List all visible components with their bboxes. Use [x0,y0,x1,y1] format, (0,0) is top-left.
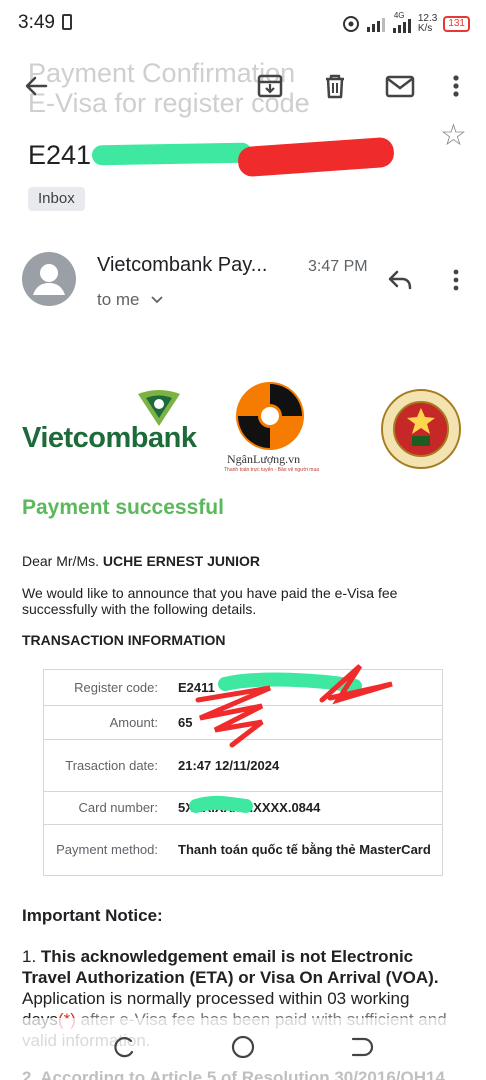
immigration-seal [381,389,461,469]
redaction-mark [91,142,253,166]
mail-icon[interactable] [384,70,416,102]
email-time: 3:47 PM [308,258,368,275]
home-circle-icon[interactable] [230,1034,256,1060]
notice-item-2: 2. According to Article 5 of Resolution … [22,1068,445,1080]
redaction-mark [237,136,395,178]
status-indicators: 4G 12.3 K/s 131 [342,11,470,36]
more-vert-icon[interactable] [440,70,472,102]
row-value: 5XXX.XXXX.XXXX.0844 [178,800,321,815]
row-label: Payment method: [56,842,158,857]
nganluong-emblem [236,382,304,450]
announcement-text: We would like to announce that you have … [22,585,398,617]
row-label: Amount: [109,714,158,730]
transaction-table: Register code: E2411 Amount: 65 Trasacti… [43,669,443,876]
notice-bold-text: This acknowledgement email is not Electr… [22,947,439,987]
vietcombank-wordmark: Vietcombank [22,422,197,454]
more-vert-icon[interactable] [444,266,468,294]
payment-status-heading: Payment successful [22,496,224,519]
back-nav-icon[interactable] [348,1034,374,1060]
recents-icon[interactable] [111,1034,137,1060]
vietcombank-logo: Vietcombank [22,388,207,458]
transaction-title: TRANSACTION INFORMATION [22,632,226,648]
table-row: Payment method: Thanh toán quốc tế bằng … [44,825,442,875]
row-label: Register code: [74,679,158,695]
arrow-left-icon[interactable] [20,70,52,102]
chevron-down-icon [151,296,163,304]
label-chip-inbox[interactable]: Inbox [28,187,85,211]
sender-name[interactable]: Vietcombank Pay... [97,254,267,277]
row-value: E2411 [178,679,215,695]
avatar[interactable] [22,252,76,306]
row-label: Trasaction date: [65,757,158,773]
customer-name: UCHE ERNEST JUNIOR [102,553,261,569]
status-bar: 3:49 4G 12.3 K/s 131 [0,0,486,48]
table-row: Amount: 65 [44,706,442,740]
recipient-label: to me [97,290,140,309]
reply-icon[interactable] [386,266,414,294]
notice-number: 1. [22,947,37,966]
table-row: Card number: 5XXX.XXXX.XXXX.0844 [44,792,442,825]
email-subject: E241 [28,140,92,170]
star-icon[interactable]: ☆ [440,118,467,153]
nganluong-logo: NgânLượng.vn Thanh toán trực tuyến - Bảo… [222,380,322,480]
hotspot-icon [342,16,359,32]
lte-signal-icon: 4G [392,11,412,33]
table-row: Register code: E2411 [44,670,442,706]
notice-heading: Important Notice: [22,906,163,925]
sim-icon [62,14,72,30]
recipient-toggle[interactable]: to me [97,290,164,310]
row-value: 21:47 12/11/2024 [178,757,280,773]
nganluong-wordmark: NgânLượng.vn [227,452,301,466]
greeting: Dear Mr/Ms. UCHE ERNEST JUNIOR [22,553,260,569]
greeting-prefix: Dear Mr/Ms. [22,553,99,569]
row-value: 65 [178,714,193,730]
archive-icon[interactable] [254,70,286,102]
person-icon [33,264,65,295]
table-row: Trasaction date: 21:47 12/11/2024 [44,740,442,792]
speed-unit: K/s [417,23,433,34]
nganluong-tagline: Thanh toán trực tuyến - Bảo vệ người mua [224,467,320,473]
status-time: 3:49 [18,12,55,33]
network-speed: 12.3 K/s [418,14,437,34]
signal-icon [366,18,385,32]
battery-indicator: 131 [443,16,470,32]
row-value: Thanh toán quốc tế bằng thẻ MasterCard [178,842,431,857]
trash-icon[interactable] [319,70,351,102]
row-label: Card number: [78,800,158,815]
